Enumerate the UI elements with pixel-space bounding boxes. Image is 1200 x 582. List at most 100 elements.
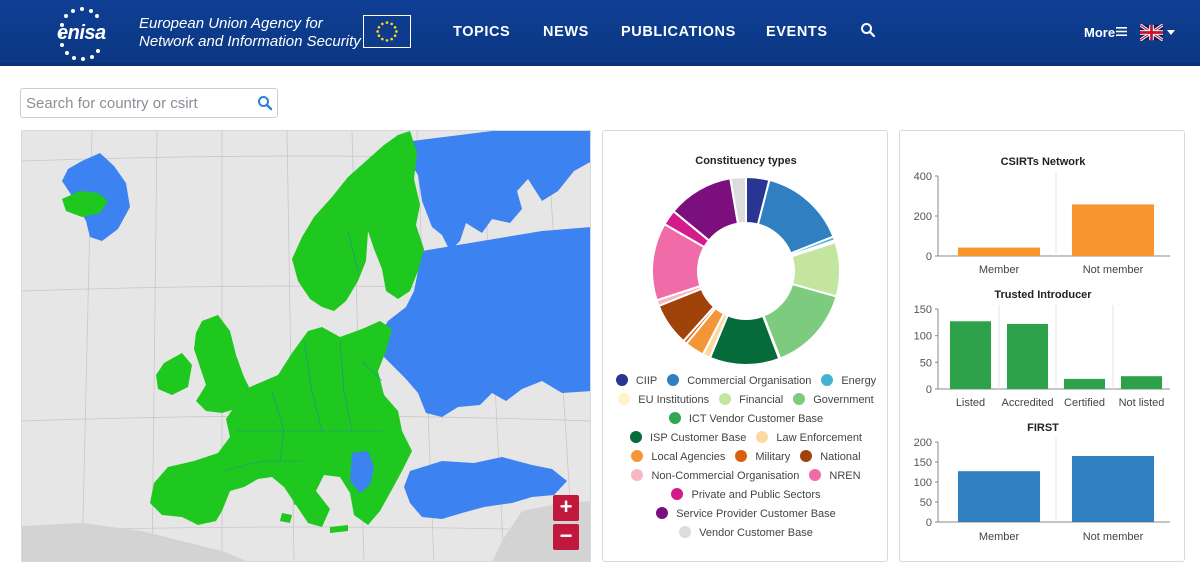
search-icon[interactable] (257, 95, 273, 111)
legend-row: Private and Public Sectors (603, 488, 889, 501)
bar-chart-title: FIRST (1027, 422, 1059, 434)
legend-item-isp-customer-base[interactable]: ISP Customer Base (629, 431, 747, 444)
bar-certified[interactable] (1063, 378, 1106, 389)
legend-item-non-commercial-organisation[interactable]: Non-Commercial Organisation (631, 469, 799, 482)
bar-chart-title: CSIRTs Network (1001, 156, 1087, 168)
x-tick-label: Not listed (1119, 397, 1165, 409)
legend-item-military[interactable]: Military (735, 450, 790, 463)
legend-dot-icon (793, 393, 806, 405)
legend-item-vendor-customer-base[interactable]: Vendor Customer Base (679, 526, 813, 539)
legend-label: National (820, 451, 861, 463)
legend-dot-icon (667, 374, 680, 386)
search-icon[interactable] (860, 22, 876, 38)
legend-dot-icon (615, 374, 628, 386)
legend-row: ISP Customer Base Law Enforcement (603, 431, 889, 444)
legend-label: Financial (739, 394, 784, 406)
logo-text[interactable]: enisa (57, 22, 106, 45)
legend-label: Vendor Customer Base (699, 527, 813, 539)
legend-label: Military (755, 451, 791, 463)
bar-charts: CSIRTs Network 0 200 400 Member Not member Tru… (914, 156, 1170, 543)
legend-row: EU Institutions Financial Government (603, 393, 889, 406)
legend-label: EU Institutions (638, 394, 710, 406)
hamburger-icon[interactable] (1116, 27, 1127, 36)
bar-not-member[interactable] (1071, 204, 1155, 256)
bar-not-member[interactable] (1071, 456, 1155, 522)
legend-item-service-provider-customer-base[interactable]: Service Provider Customer Base (656, 507, 836, 520)
bar-not-listed[interactable] (1120, 376, 1163, 389)
legend-item-local-agencies[interactable]: Local Agencies (631, 450, 725, 463)
x-tick-label: Member (979, 264, 1020, 276)
y-tick-label: 200 (914, 211, 932, 223)
y-tick-label: 150 (914, 457, 932, 469)
y-tick-label: 50 (920, 497, 932, 509)
legend-dot-icon (671, 488, 684, 500)
legend-label: NREN (829, 470, 861, 482)
legend-dot-icon (631, 469, 644, 481)
nav-events[interactable]: EVENTS (766, 24, 828, 40)
eu-flag-icon (363, 15, 411, 48)
legend-item-commercial-organisation[interactable]: Commercial Organisation (667, 374, 811, 387)
legend-item-financial[interactable]: Financial (719, 393, 783, 406)
europe-map[interactable]: + − (21, 130, 591, 562)
legend-label: Energy (841, 375, 877, 387)
x-tick-label: Certified (1064, 397, 1105, 409)
uk-flag-icon[interactable] (1140, 24, 1163, 41)
legend-label: Law Enforcement (776, 432, 862, 444)
legend-dot-icon (809, 469, 822, 481)
legend-label: Local Agencies (651, 451, 726, 463)
country-search-input[interactable] (26, 93, 246, 113)
x-tick-label: Member (979, 531, 1020, 543)
legend-label: Non-Commercial Organisation (651, 470, 800, 482)
legend-dot-icon (735, 450, 748, 462)
legend-item-private-and-public-sectors[interactable]: Private and Public Sectors (671, 488, 821, 501)
legend-dot-icon (719, 393, 732, 405)
legend-item-ict-vendor-customer-base[interactable]: ICT Vendor Customer Base (668, 412, 824, 425)
more-menu-label[interactable]: More (1084, 25, 1115, 40)
legend-dot-icon (618, 393, 631, 405)
legend-label: Private and Public Sectors (691, 489, 821, 501)
bar-accredited[interactable] (1006, 323, 1049, 389)
top-header: enisa European Union Agency for Network … (0, 0, 1200, 66)
agency-name: European Union Agency for Network and In… (139, 15, 361, 51)
zoom-out-button[interactable]: − (553, 524, 579, 550)
legend-label: ISP Customer Base (649, 432, 747, 444)
bar-member[interactable] (957, 471, 1041, 522)
country-search-box (20, 88, 278, 118)
legend-row: Non-Commercial Organisation NREN (603, 469, 889, 482)
legend-item-nren[interactable]: NREN (809, 469, 861, 482)
legend-item-law-enforcement[interactable]: Law Enforcement (756, 431, 862, 444)
chart-title: Constituency types (695, 155, 797, 167)
nav-topics[interactable]: TOPICS (453, 24, 510, 40)
bar-chart-title: Trusted Introducer (994, 289, 1092, 301)
bar-listed[interactable] (949, 321, 992, 389)
legend-dot-icon (629, 431, 642, 443)
x-tick-label: Not member (1083, 531, 1144, 543)
europe-map-canvas[interactable] (22, 131, 591, 562)
x-tick-label: Not member (1083, 264, 1144, 276)
x-tick-label: Accredited (1002, 397, 1054, 409)
x-tick-label: Listed (956, 397, 985, 409)
legend-item-government[interactable]: Government (793, 393, 874, 406)
nav-news[interactable]: NEWS (543, 24, 589, 40)
y-tick-label: 0 (926, 384, 932, 396)
bar-member[interactable] (957, 247, 1041, 256)
chevron-down-icon[interactable] (1167, 30, 1175, 35)
y-tick-label: 0 (926, 517, 932, 529)
legend-label: CIIP (635, 375, 658, 387)
nav-publications[interactable]: PUBLICATIONS (621, 24, 736, 40)
legend-item-ciip[interactable]: CIIP (615, 374, 658, 387)
agency-line-1: European Union Agency for (139, 15, 323, 32)
zoom-in-button[interactable]: + (553, 495, 579, 521)
legend-item-national[interactable]: National (800, 450, 861, 463)
legend-dot-icon (821, 374, 834, 386)
legend-label: Commercial Organisation (687, 375, 812, 387)
y-tick-label: 50 (920, 357, 932, 369)
legend-row: Service Provider Customer Base (603, 507, 889, 520)
legend-item-eu-institutions[interactable]: EU Institutions (618, 393, 709, 406)
legend-label: ICT Vendor Customer Base (688, 413, 824, 425)
legend-item-energy[interactable]: Energy (821, 374, 876, 387)
legend-label: Service Provider Customer Base (676, 508, 836, 520)
legend-row: Vendor Customer Base (603, 526, 889, 539)
legend-dot-icon (800, 450, 813, 462)
legend-row: ICT Vendor Customer Base (603, 412, 889, 425)
